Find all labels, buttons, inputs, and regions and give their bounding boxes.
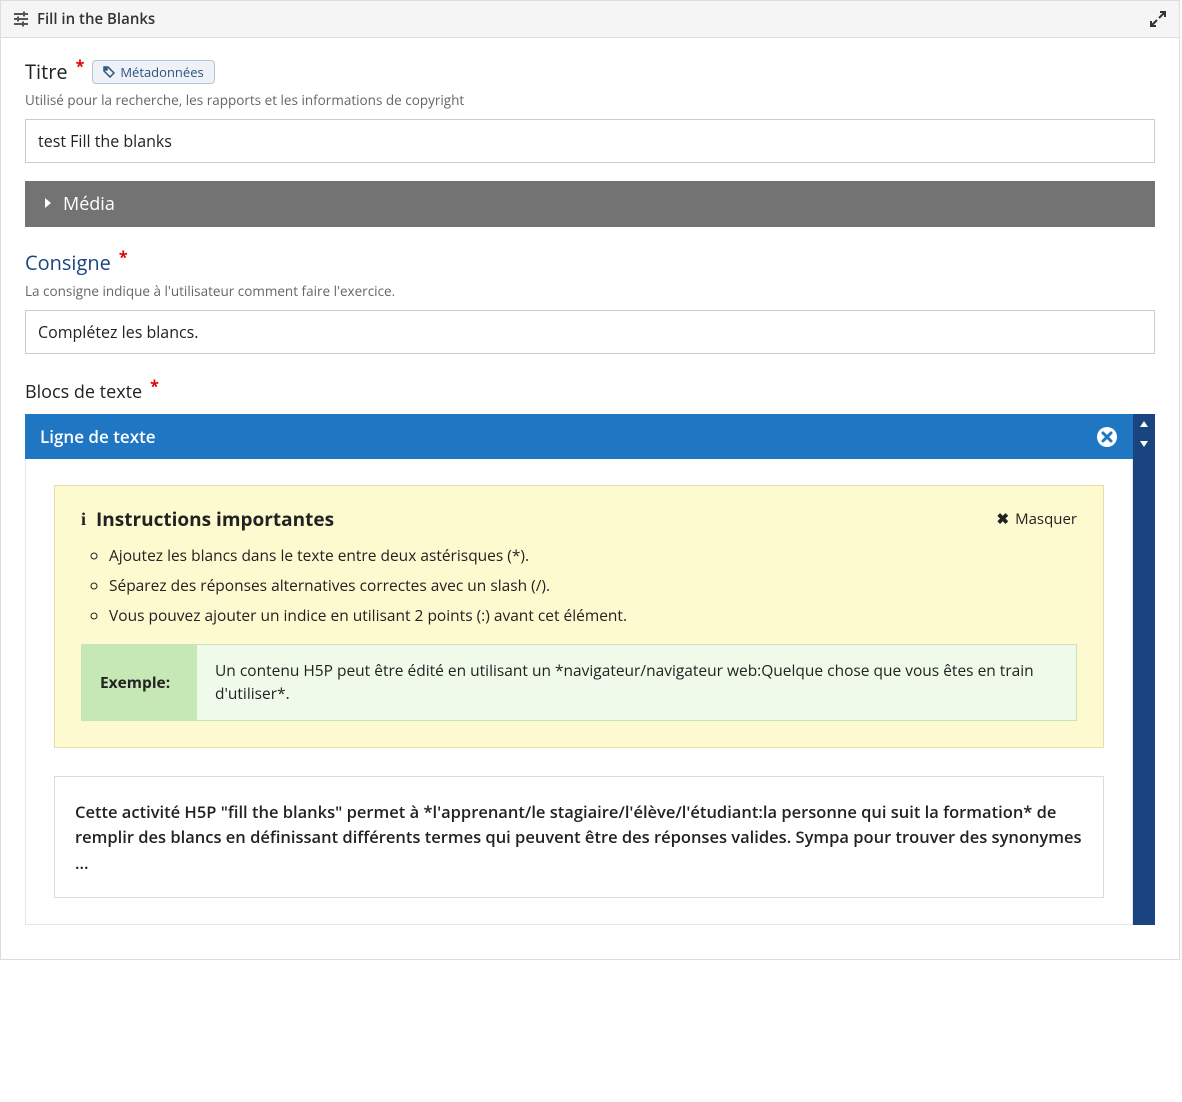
blocks-label: Blocs de texte xyxy=(25,380,142,404)
required-indicator: * xyxy=(119,246,128,268)
instruction-item: Vous pouvez ajouter un indice en utilisa… xyxy=(109,604,1077,626)
editor-panel: Fill in the Blanks Titre * xyxy=(0,0,1180,960)
example-body: Un contenu H5P peut être édité en utilis… xyxy=(197,645,1076,720)
text-block-editor[interactable]: Cette activité H5P "fill the blanks" per… xyxy=(54,776,1104,899)
title-field: Titre * Métadonnées Utilisé pour la rech… xyxy=(25,58,1155,163)
example-label: Exemple: xyxy=(82,645,197,720)
fullscreen-toggle-icon[interactable] xyxy=(1149,10,1167,28)
remove-line-icon[interactable] xyxy=(1096,426,1118,448)
caret-right-icon xyxy=(43,195,53,214)
line-header-bar[interactable]: Ligne de texte xyxy=(25,414,1133,459)
required-indicator: * xyxy=(150,375,159,397)
metadata-chip[interactable]: Métadonnées xyxy=(92,60,214,84)
consigne-field: Consigne * La consigne indique à l'utili… xyxy=(25,249,1155,354)
required-indicator: * xyxy=(76,55,85,77)
consigne-label: Consigne xyxy=(25,249,111,276)
example-row: Exemple: Un contenu H5P peut être édité … xyxy=(81,644,1077,721)
panel-header: Fill in the Blanks xyxy=(1,1,1179,38)
info-icon: i xyxy=(81,509,86,530)
hide-instructions-button[interactable]: ✖ Masquer xyxy=(997,509,1077,529)
title-input[interactable] xyxy=(25,119,1155,163)
consigne-input[interactable] xyxy=(25,310,1155,354)
reorder-column xyxy=(1133,414,1155,925)
sliders-icon xyxy=(13,11,29,27)
metadata-chip-label: Métadonnées xyxy=(120,63,203,81)
title-description: Utilisé pour la recherche, les rapports … xyxy=(25,91,1155,109)
content-type-title: Fill in the Blanks xyxy=(37,9,155,29)
line-header-label: Ligne de texte xyxy=(40,425,156,448)
blocks-field: Blocs de texte * Ligne de texte xyxy=(25,380,1155,925)
consigne-description: La consigne indique à l'utilisateur comm… xyxy=(25,282,1155,300)
instructions-box: i Instructions importantes ✖ Masquer Ajo… xyxy=(54,485,1104,748)
close-icon: ✖ xyxy=(997,509,1010,529)
media-collapsible[interactable]: Média xyxy=(25,181,1155,227)
move-down-icon[interactable] xyxy=(1139,434,1149,454)
instruction-item: Ajoutez les blancs dans le texte entre d… xyxy=(109,544,1077,566)
media-label: Média xyxy=(63,192,115,216)
move-up-icon[interactable] xyxy=(1139,414,1149,434)
instructions-title: Instructions importantes xyxy=(96,506,334,532)
instruction-item: Séparez des réponses alternatives correc… xyxy=(109,574,1077,596)
instructions-list: Ajoutez les blancs dans le texte entre d… xyxy=(91,544,1077,626)
title-label: Titre xyxy=(25,58,68,85)
hide-label: Masquer xyxy=(1015,509,1077,529)
